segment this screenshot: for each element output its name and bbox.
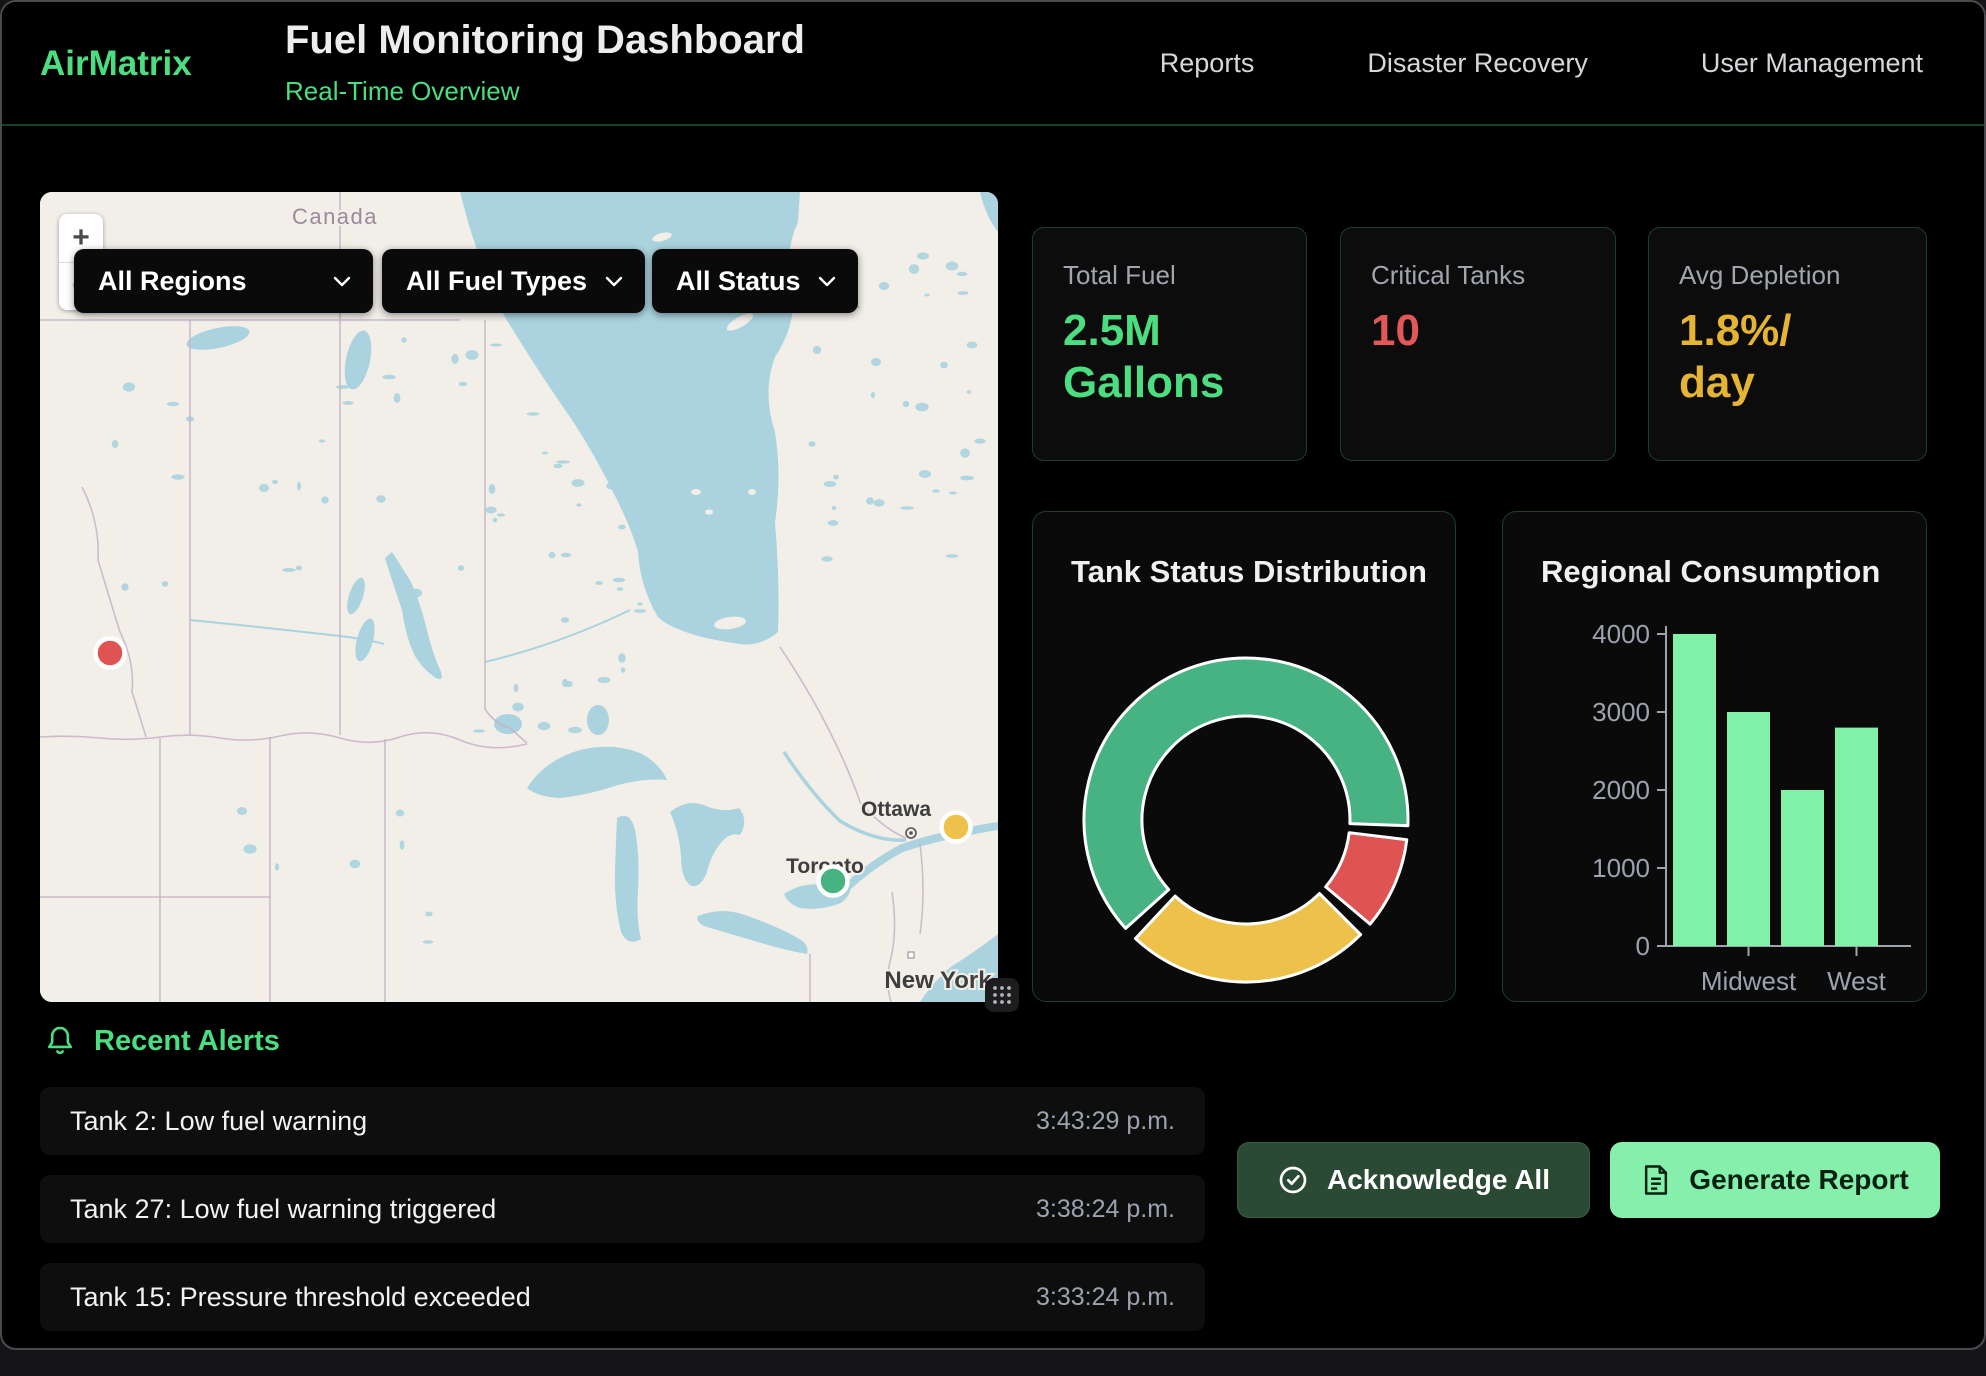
generate-report-label: Generate Report bbox=[1689, 1164, 1908, 1196]
stat-card-total-fuel: Total Fuel 2.5MGallons bbox=[1032, 227, 1307, 461]
y-tick-label: 3000 bbox=[1592, 697, 1650, 727]
stat-value: day bbox=[1679, 357, 1896, 409]
y-tick-label: 2000 bbox=[1592, 775, 1650, 805]
chevron-down-icon bbox=[605, 276, 623, 287]
map-marker-critical[interactable] bbox=[96, 639, 125, 668]
y-tick-label: 0 bbox=[1636, 931, 1650, 961]
filter-all-status[interactable]: All Status bbox=[652, 249, 858, 313]
map-label-new-york: New York bbox=[884, 967, 992, 994]
chevron-down-icon bbox=[333, 276, 351, 287]
main-nav: Reports Disaster Recovery User Management bbox=[1160, 2, 1923, 124]
alert-row[interactable]: Tank 27: Low fuel warning triggered 3:38:… bbox=[40, 1175, 1205, 1243]
map-canvas: CanadaOttawaTorontoNew York bbox=[40, 192, 998, 1002]
nav-item-user-management[interactable]: User Management bbox=[1701, 48, 1923, 79]
alerts-title: Recent Alerts bbox=[94, 1025, 280, 1058]
filter-value: All Regions bbox=[98, 266, 247, 297]
page-title: Fuel Monitoring Dashboard bbox=[285, 18, 805, 63]
filter-value: All Status bbox=[676, 266, 801, 297]
acknowledge-all-button[interactable]: Acknowledge All bbox=[1237, 1142, 1590, 1218]
stat-value: 1.8%/ bbox=[1679, 305, 1896, 357]
stat-value: 2.5M bbox=[1063, 305, 1276, 357]
alert-text: Tank 15: Pressure threshold exceeded bbox=[70, 1282, 531, 1313]
map[interactable]: CanadaOttawaTorontoNew York + − All Regi… bbox=[40, 192, 998, 1002]
map-filter-bar: All Regions All Fuel Types All Status bbox=[40, 249, 998, 313]
filter-all-regions[interactable]: All Regions bbox=[74, 249, 373, 313]
y-tick-label: 4000 bbox=[1592, 619, 1650, 649]
donut-chart bbox=[1033, 512, 1456, 1002]
stat-value: Gallons bbox=[1063, 357, 1276, 409]
drag-dots-icon bbox=[991, 984, 1013, 1006]
bar-category-3 bbox=[1781, 790, 1824, 946]
stat-value: 10 bbox=[1371, 305, 1585, 357]
page-subtitle: Real-Time Overview bbox=[285, 76, 520, 107]
bar-chart: 0 1000 2000 3000 4000 Midwest West bbox=[1503, 512, 1927, 1002]
chevron-down-icon bbox=[818, 276, 836, 287]
check-circle-icon bbox=[1277, 1164, 1309, 1196]
document-icon bbox=[1641, 1164, 1671, 1196]
nav-item-reports[interactable]: Reports bbox=[1160, 48, 1255, 79]
alerts-header: Recent Alerts bbox=[44, 1024, 280, 1058]
acknowledge-all-label: Acknowledge All bbox=[1327, 1164, 1550, 1196]
alert-time: 3:38:24 p.m. bbox=[1036, 1195, 1175, 1224]
alert-row[interactable]: Tank 15: Pressure threshold exceeded 3:33… bbox=[40, 1263, 1205, 1331]
map-marker-warning[interactable] bbox=[942, 813, 971, 842]
alert-time: 3:33:24 p.m. bbox=[1036, 1283, 1175, 1312]
stat-label: Total Fuel bbox=[1063, 260, 1276, 291]
regional-consumption-panel: Regional Consumption 01000200030004000Mi… bbox=[1502, 511, 1927, 1002]
bar-west bbox=[1835, 728, 1878, 946]
bar-midwest bbox=[1727, 712, 1770, 946]
map-label-ottawa: Ottawa bbox=[861, 798, 931, 821]
donut-segment-warning bbox=[1136, 894, 1361, 983]
brand-logo: AirMatrix bbox=[40, 44, 192, 84]
alert-time: 3:43:29 p.m. bbox=[1036, 1107, 1175, 1136]
map-label-canada: Canada bbox=[292, 204, 378, 229]
filter-value: All Fuel Types bbox=[406, 266, 587, 297]
stat-card-avg-depletion: Avg Depletion 1.8%/day bbox=[1648, 227, 1927, 461]
map-resize-handle[interactable] bbox=[985, 978, 1019, 1012]
bell-icon bbox=[44, 1024, 76, 1058]
alert-text: Tank 27: Low fuel warning triggered bbox=[70, 1194, 496, 1225]
alert-text: Tank 2: Low fuel warning bbox=[70, 1106, 367, 1137]
stat-label: Avg Depletion bbox=[1679, 260, 1896, 291]
map-marker-normal[interactable] bbox=[819, 867, 848, 896]
stat-card-critical-tanks: Critical Tanks 10 bbox=[1340, 227, 1616, 461]
filter-all-fuel-types[interactable]: All Fuel Types bbox=[382, 249, 645, 313]
x-tick-label: West bbox=[1827, 966, 1887, 996]
generate-report-button[interactable]: Generate Report bbox=[1610, 1142, 1940, 1218]
alert-row[interactable]: Tank 2: Low fuel warning 3:43:29 p.m. bbox=[40, 1087, 1205, 1155]
x-tick-label: Midwest bbox=[1701, 966, 1797, 996]
bar-category-1 bbox=[1673, 634, 1716, 946]
app-window: AirMatrix Fuel Monitoring Dashboard Real… bbox=[0, 0, 1986, 1350]
tank-status-panel: Tank Status Distribution bbox=[1032, 511, 1456, 1002]
stat-label: Critical Tanks bbox=[1371, 260, 1585, 291]
y-tick-label: 1000 bbox=[1592, 853, 1650, 883]
nav-item-disaster-recovery[interactable]: Disaster Recovery bbox=[1367, 48, 1588, 79]
header: AirMatrix Fuel Monitoring Dashboard Real… bbox=[2, 2, 1984, 126]
